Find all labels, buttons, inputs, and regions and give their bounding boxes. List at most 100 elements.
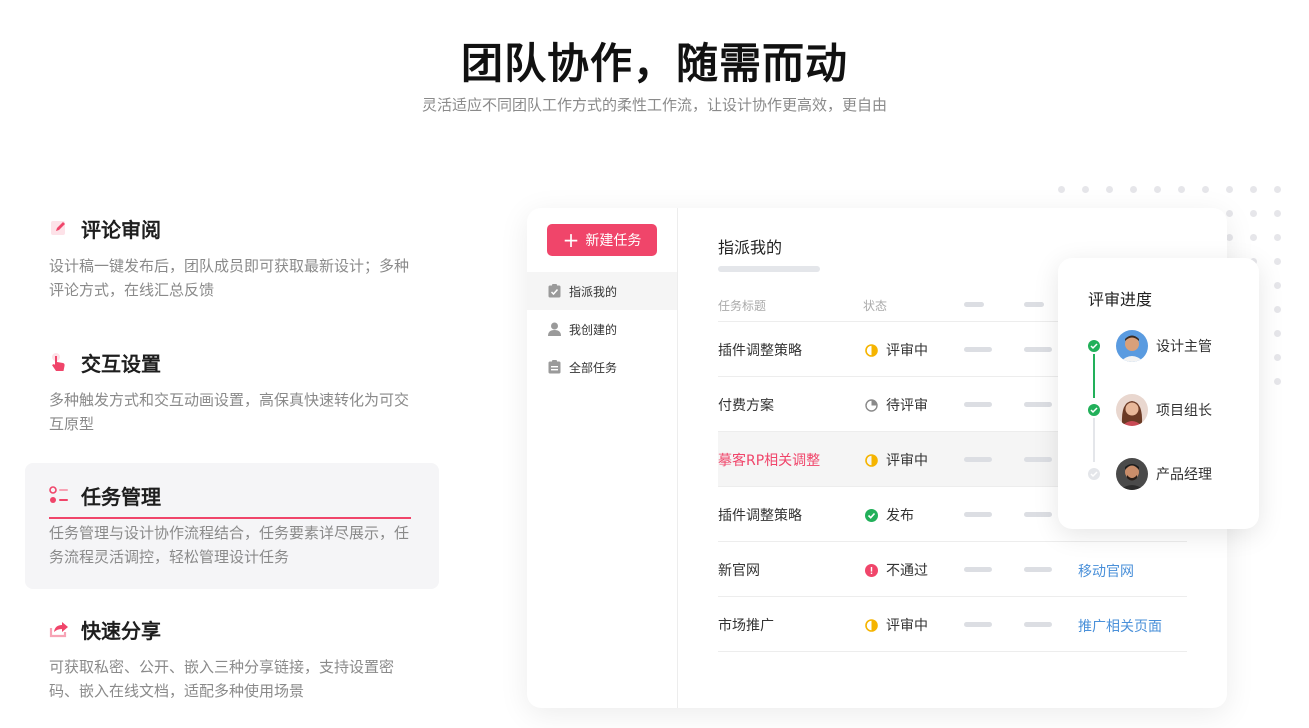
column-placeholder <box>964 567 992 572</box>
decorative-dot <box>1178 186 1185 193</box>
table-row[interactable]: 新官网 不通过 移动官网 <box>718 542 1187 597</box>
alert-circle-icon <box>865 563 886 577</box>
plus-icon: + <box>562 228 580 252</box>
column-placeholder <box>964 402 992 407</box>
check-circle-icon <box>865 508 886 522</box>
sidebar-item-all-tasks[interactable]: 全部任务 <box>527 348 677 386</box>
feature-item-comment-review[interactable]: 评论审阅 设计稿一键发布后，团队成员即可获取最新设计；多种评论方式，在线汇总反馈 <box>25 196 439 322</box>
sidebar-item-created-by-me[interactable]: 我创建的 <box>527 310 677 348</box>
pending-check-icon <box>1088 468 1100 480</box>
column-header-title: 任务标题 <box>718 299 767 313</box>
task-status-label: 评审中 <box>886 618 928 634</box>
decorative-dot <box>1274 306 1281 313</box>
column-placeholder <box>1024 622 1052 627</box>
task-status: 不通过 <box>865 560 928 580</box>
new-task-label: 新建任务 <box>585 233 642 249</box>
column-placeholder <box>1024 302 1044 307</box>
decorative-dot <box>1130 186 1137 193</box>
clipboard-icon <box>547 360 561 374</box>
feature-item-quick-share[interactable]: 快速分享 可获取私密、公开、嵌入三种分享链接，支持设置密码、嵌入在线文档，适配多… <box>25 597 439 723</box>
check-icon <box>1088 404 1100 416</box>
decorative-dot <box>1226 186 1233 193</box>
task-title[interactable]: 插件调整策略 <box>718 340 802 360</box>
new-task-button[interactable]: + 新建任务 <box>547 224 657 256</box>
task-title[interactable]: 付费方案 <box>718 395 774 415</box>
feature-title: 任务管理 <box>81 484 161 509</box>
feature-item-task-management[interactable]: 任务管理 任务管理与设计协作流程结合，任务要素详尽展示，任务流程灵活调控，轻松管… <box>25 463 439 589</box>
task-title[interactable]: 新官网 <box>718 560 760 580</box>
decorative-dot <box>1274 258 1281 265</box>
sidebar-item-label: 我创建的 <box>569 322 618 337</box>
task-title[interactable]: 摹客RP相关调整 <box>718 450 820 470</box>
task-page-link[interactable]: 推广相关页面 <box>1078 616 1162 636</box>
half-circle-icon <box>865 343 886 357</box>
share-icon <box>49 619 69 639</box>
sidebar-item-assigned-to-me[interactable]: 指派我的 <box>527 272 677 310</box>
decorative-dot <box>1154 186 1161 193</box>
page-subtitle: 灵活适应不同团队工作方式的柔性工作流，让设计协作更高效，更自由 <box>421 96 887 114</box>
task-page-link[interactable]: 移动官网 <box>1078 561 1134 581</box>
task-title[interactable]: 插件调整策略 <box>718 505 802 525</box>
table-row[interactable]: 市场推广 评审中 推广相关页面 <box>718 597 1187 652</box>
task-status-label: 评审中 <box>886 453 928 469</box>
task-sidebar: + 新建任务 指派我的 我创建的 全部任务 <box>527 208 678 708</box>
decorative-dot <box>1274 378 1281 385</box>
feature-item-interaction-settings[interactable]: 交互设置 多种触发方式和交互动画设置，高保真快速转化为可交互原型 <box>25 330 439 456</box>
review-step: 项目组长 <box>1088 393 1248 427</box>
feature-title: 评论审阅 <box>81 217 161 242</box>
edit-icon <box>49 218 69 238</box>
review-progress-card: 评审进度 设计主管 项目组长 产品经理 <box>1058 258 1259 529</box>
task-status: 评审中 <box>865 340 928 360</box>
avatar <box>1116 330 1148 362</box>
decorative-dot <box>1082 186 1089 193</box>
decorative-dot <box>1226 210 1233 217</box>
task-title[interactable]: 市场推广 <box>718 615 774 635</box>
page-title: 团队协作，随需而动 <box>460 39 848 88</box>
column-placeholder <box>1024 457 1052 462</box>
section-title: 指派我的 <box>718 238 783 257</box>
feature-title: 快速分享 <box>81 618 161 643</box>
feature-desc: 多种触发方式和交互动画设置，高保真快速转化为可交互原型 <box>49 391 410 433</box>
check-icon <box>1088 340 1100 352</box>
column-placeholder <box>1024 402 1052 407</box>
task-status: 发布 <box>865 505 914 525</box>
review-step: 设计主管 <box>1088 329 1248 363</box>
task-status-label: 不通过 <box>886 563 928 579</box>
decorative-dot <box>1274 282 1281 289</box>
decorative-dot <box>1250 210 1257 217</box>
review-step: 产品经理 <box>1088 457 1248 491</box>
task-status: 待评审 <box>865 395 928 415</box>
pointer-hand-icon <box>49 352 69 372</box>
feature-desc: 任务管理与设计协作流程结合，任务要素详尽展示，任务流程灵活调控，轻松管理设计任务 <box>49 524 410 566</box>
avatar <box>1116 458 1148 490</box>
reviewer-name: 设计主管 <box>1156 339 1212 355</box>
task-list-icon <box>49 485 69 505</box>
sidebar-item-label: 全部任务 <box>569 360 618 375</box>
active-indicator <box>49 517 411 519</box>
task-status-label: 评审中 <box>886 343 928 359</box>
feature-desc: 可获取私密、公开、嵌入三种分享链接，支持设置密码、嵌入在线文档，适配多种使用场景 <box>49 658 395 700</box>
column-placeholder <box>964 622 992 627</box>
column-placeholder <box>1024 512 1052 517</box>
decorative-dot <box>1250 186 1257 193</box>
decorative-dot <box>1274 330 1281 337</box>
decorative-dot <box>1274 234 1281 241</box>
pie-clock-icon <box>865 398 886 412</box>
task-status: 评审中 <box>865 615 928 635</box>
feature-desc: 设计稿一键发布后，团队成员即可获取最新设计；多种评论方式，在线汇总反馈 <box>49 257 410 299</box>
decorative-dot <box>1202 186 1209 193</box>
half-circle-icon <box>865 453 886 467</box>
column-placeholder <box>964 347 992 352</box>
decorative-dot <box>1274 354 1281 361</box>
task-status-label: 待评审 <box>886 398 928 414</box>
decorative-dot <box>1058 186 1065 193</box>
decorative-dot <box>1106 186 1113 193</box>
decorative-dot <box>1274 210 1281 217</box>
decorative-dot <box>1250 234 1257 241</box>
reviewer-name: 产品经理 <box>1156 467 1212 483</box>
clipboard-check-icon <box>547 284 561 298</box>
column-placeholder <box>1024 567 1052 572</box>
title-placeholder-bar <box>718 266 820 272</box>
column-placeholder <box>964 302 984 307</box>
task-status-label: 发布 <box>886 508 914 524</box>
